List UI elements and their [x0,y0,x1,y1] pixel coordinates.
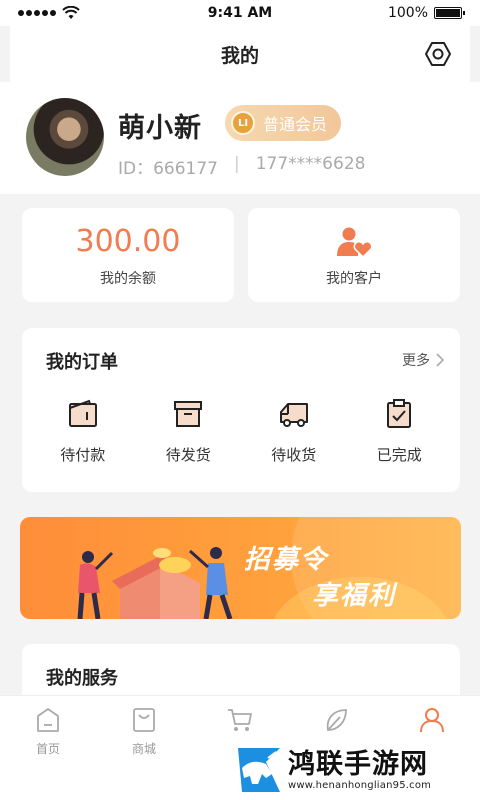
wallet-icon [68,399,97,427]
battery-icon [434,7,465,19]
recruit-banner[interactable]: 招募令 享福利 [20,517,461,619]
user-icon [420,708,444,733]
orders-more-label: 更多 [402,353,430,369]
order-completed[interactable]: 已完成 [354,398,444,465]
banner-title: 招募令 [244,545,329,575]
truck-icon [279,403,308,427]
wifi-icon [62,6,80,19]
signal-group [18,6,178,20]
battery-group: 100% [302,5,465,21]
signal-icon [18,10,56,16]
page-title: 我的 [220,44,259,67]
tab-label: 首页 [35,742,60,756]
tab-label: 商城 [131,742,156,756]
box-icon [174,401,203,427]
avatar[interactable] [26,98,104,176]
bull-logo-icon [238,748,280,792]
site-watermark: 鸿联手游网 www.henanhonglian95.com [232,740,480,800]
tab-home[interactable]: 首页 [0,696,96,800]
services-title: 我的服务 [46,668,118,689]
tab-mall[interactable]: 商城 [96,696,192,800]
leaf-icon [326,709,347,731]
clipboard-check-icon [387,399,412,428]
orders-card: 我的订单 更多 待付款 待发货 待收货 已完成 [22,328,460,492]
user-phone: 177****6628 [255,154,366,174]
order-label: 待付款 [60,446,106,464]
member-badge[interactable]: LI 普通会员 [225,105,342,141]
status-bar: 9:41 AM 100% [0,0,480,26]
member-level-icon: LI [231,111,255,135]
balance-value: 300.00 [75,224,181,259]
user-id: ID：666177 [118,159,218,179]
username: 萌小新 [118,113,202,144]
home-icon [37,708,59,732]
order-label: 已完成 [376,446,422,464]
settings-hexagon-icon[interactable] [424,40,452,68]
battery-percent: 100% [387,5,428,21]
nav-bar: 我的 [10,26,470,82]
balance-label: 我的余额 [100,271,156,287]
order-status-list: 待付款 待发货 待收货 已完成 [22,398,460,465]
profile-section: 萌小新 LI 普通会员 ID：666177 | 177****6628 [0,82,480,194]
client-heart-icon [337,227,372,258]
watermark-url: www.henanhonglian95.com [288,779,432,791]
order-label: 待收货 [271,446,317,464]
clients-card[interactable]: 我的客户 [248,208,460,302]
status-time: 9:41 AM [207,5,273,21]
member-badge-label: 普通会员 [263,115,328,134]
info-divider: | [234,154,240,174]
user-info: ID：666177 | 177****6628 [118,154,365,179]
order-pending-shipment[interactable]: 待发货 [143,398,233,465]
banner-illustration [77,547,233,619]
chevron-right-icon [436,353,444,367]
shopping-bag-icon [133,708,155,732]
balance-card[interactable]: 300.00 我的余额 [22,208,234,302]
clients-label: 我的客户 [326,271,382,287]
orders-more-link[interactable]: 更多 [402,350,444,370]
orders-title: 我的订单 [46,352,118,373]
order-label: 待发货 [165,446,211,464]
banner-subtitle: 享福利 [312,581,397,611]
order-pending-receipt[interactable]: 待收货 [249,398,339,465]
watermark-name: 鸿联手游网 [288,748,428,780]
cart-icon [228,709,252,731]
order-pending-payment[interactable]: 待付款 [38,398,128,465]
